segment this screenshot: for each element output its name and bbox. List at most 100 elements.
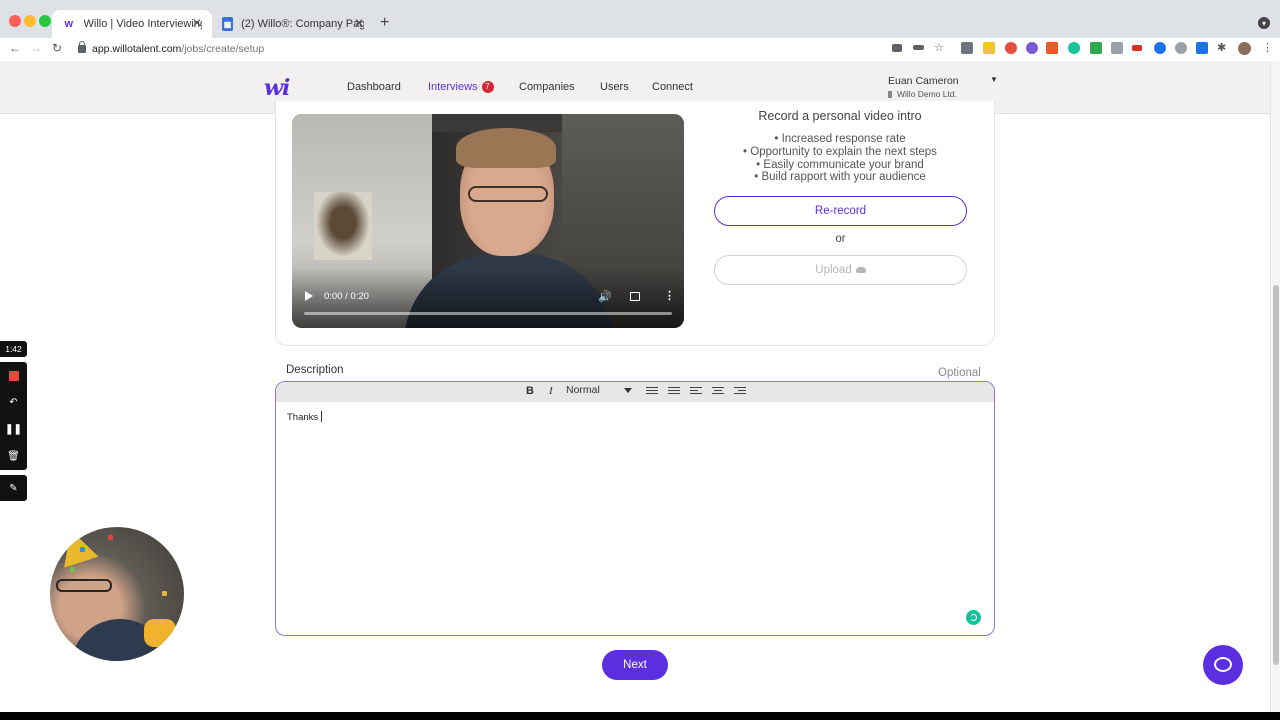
extension-icon[interactable] — [1196, 42, 1208, 54]
user-menu-chevron-down-icon[interactable]: ▼ — [990, 75, 998, 84]
reload-icon[interactable]: ↻ — [52, 41, 62, 55]
browser-menu-icon[interactable]: ⋮ — [1262, 41, 1273, 54]
editor-text-value: Thanks — [287, 412, 319, 423]
building-icon — [888, 91, 892, 98]
lock-icon — [78, 41, 86, 53]
close-tab-icon[interactable]: ✕ — [192, 16, 202, 30]
optional-hint: Optional — [938, 367, 981, 379]
next-button[interactable]: Next — [602, 650, 668, 680]
intro-video-player[interactable]: 0:00 / 0:20 🔊 ⋮ — [292, 114, 684, 328]
fullscreen-icon[interactable] — [630, 292, 640, 301]
bookmark-star-icon[interactable]: ☆ — [934, 41, 944, 54]
recorder-toolbar: ↶ ❚❚ 🗑 — [0, 362, 27, 470]
browser-toolbar: ← → ↻ app.willotalent.com/jobs/create/se… — [0, 38, 1280, 61]
chat-bubble-icon — [1214, 657, 1232, 672]
extension-icon[interactable] — [1154, 42, 1166, 54]
extension-icon[interactable] — [1175, 42, 1187, 54]
benefit-item: • Increased response rate — [774, 133, 906, 145]
italic-button[interactable]: I — [549, 385, 553, 397]
description-label: Description — [286, 364, 344, 376]
url-path: /jobs/create/setup — [181, 43, 265, 55]
extension-icon[interactable] — [1026, 42, 1038, 54]
user-company: Willo Demo Ltd. — [888, 89, 957, 99]
forward-icon[interactable]: → — [30, 41, 42, 55]
key-icon[interactable] — [913, 45, 924, 50]
minimize-window-icon[interactable] — [24, 15, 36, 27]
cloud-upload-icon — [855, 267, 866, 273]
extension-icon[interactable] — [1046, 42, 1058, 54]
video-painting — [314, 192, 372, 260]
pen-icon[interactable]: ✎ — [0, 475, 27, 501]
align-right-icon[interactable] — [734, 387, 746, 397]
benefit-item: • Opportunity to explain the next steps — [743, 145, 937, 158]
align-left-icon[interactable] — [690, 387, 702, 397]
play-icon[interactable] — [305, 291, 313, 301]
close-tab-icon[interactable]: ✕ — [354, 16, 364, 30]
user-name[interactable]: Euan Cameron — [888, 75, 959, 87]
upload-button[interactable]: Upload — [714, 255, 967, 285]
stop-recording-button[interactable] — [0, 362, 27, 389]
new-tab-icon[interactable]: + — [380, 14, 389, 32]
bold-button[interactable]: B — [526, 385, 534, 397]
extension-icon[interactable] — [1090, 42, 1102, 54]
back-icon[interactable]: ← — [9, 41, 21, 55]
more-options-icon[interactable]: ⋮ — [664, 289, 675, 302]
nav-users[interactable]: Users — [600, 81, 629, 93]
puzzle-icon[interactable]: ✱ — [1217, 41, 1226, 54]
company-name: Willo Demo Ltd. — [897, 89, 957, 99]
nav-companies[interactable]: Companies — [519, 81, 575, 93]
tab-title: Willo | Video Interviewing — [83, 18, 202, 30]
address-bar[interactable]: app.willotalent.com/jobs/create/setup — [72, 39, 962, 59]
extension-icon[interactable] — [961, 42, 973, 54]
willo-favicon-icon: w — [64, 18, 74, 30]
tab-willo[interactable]: w Willo | Video Interviewing ✕ — [52, 10, 212, 38]
video-progress-bar[interactable] — [304, 312, 672, 315]
profile-avatar[interactable] — [1238, 42, 1251, 55]
scrollbar-thumb[interactable] — [1273, 285, 1279, 665]
text-cursor — [321, 411, 323, 422]
grammarly-icon[interactable] — [966, 610, 981, 625]
tab-search-icon[interactable]: ▾ — [1258, 17, 1270, 29]
volume-icon[interactable]: 🔊 — [598, 290, 612, 303]
close-window-icon[interactable] — [9, 15, 21, 27]
text-format-value: Normal — [566, 384, 600, 396]
chat-launcher-button[interactable] — [1203, 645, 1243, 685]
undo-icon[interactable]: ↶ — [0, 389, 27, 416]
extension-icon[interactable] — [1005, 42, 1017, 54]
browser-chrome: w Willo | Video Interviewing ✕ ▦ (2) Wil… — [0, 0, 1280, 61]
benefit-item: • Easily communicate your brand — [756, 158, 924, 171]
text-format-select[interactable]: Normal — [566, 384, 636, 398]
editor-text[interactable]: Thanks — [287, 411, 323, 423]
interviews-count-badge: 7 — [481, 81, 494, 93]
intro-benefits-list: • Increased response rate • Opportunity … — [715, 133, 965, 184]
webcam-bubble[interactable] — [50, 527, 184, 661]
nav-dashboard[interactable]: Dashboard — [347, 81, 401, 93]
nav-connect[interactable]: Connect — [652, 81, 693, 93]
intro-title: Record a personal video intro — [758, 109, 922, 123]
description-editor[interactable]: B I Normal Thanks — [275, 381, 995, 636]
pause-icon[interactable]: ❚❚ — [0, 416, 27, 443]
raised-hands-icon — [144, 619, 176, 647]
extension-icon[interactable] — [983, 42, 995, 54]
or-divider-text: or — [835, 233, 846, 245]
nav-interviews[interactable]: Interviews 7 — [428, 81, 494, 93]
align-center-icon[interactable] — [712, 387, 724, 397]
willo-logo[interactable]: wi — [264, 75, 290, 101]
nav-interviews-label: Interviews — [428, 81, 478, 93]
code-icon[interactable] — [1132, 45, 1142, 51]
extension-icon[interactable] — [1111, 42, 1123, 54]
trash-icon[interactable]: 🗑 — [0, 443, 27, 470]
video-time: 0:00 / 0:20 — [324, 291, 369, 302]
tab-company-page[interactable]: ▦ (2) Willo®: Company Page Adm ✕ — [212, 10, 374, 38]
maximize-window-icon[interactable] — [39, 15, 51, 27]
camera-icon[interactable] — [892, 44, 902, 52]
rerecord-button[interactable]: Re-record — [714, 196, 967, 226]
grammarly-extension-icon[interactable] — [1068, 42, 1080, 54]
page-scrollbar[interactable] — [1270, 61, 1280, 712]
bullet-list-icon[interactable] — [646, 387, 658, 397]
editor-toolbar: B I Normal — [276, 382, 994, 402]
party-hat-icon — [53, 527, 99, 568]
numbered-list-icon[interactable] — [668, 387, 680, 397]
tab-bar: w Willo | Video Interviewing ✕ ▦ (2) Wil… — [0, 8, 1280, 38]
page-favicon-icon: ▦ — [222, 17, 234, 31]
